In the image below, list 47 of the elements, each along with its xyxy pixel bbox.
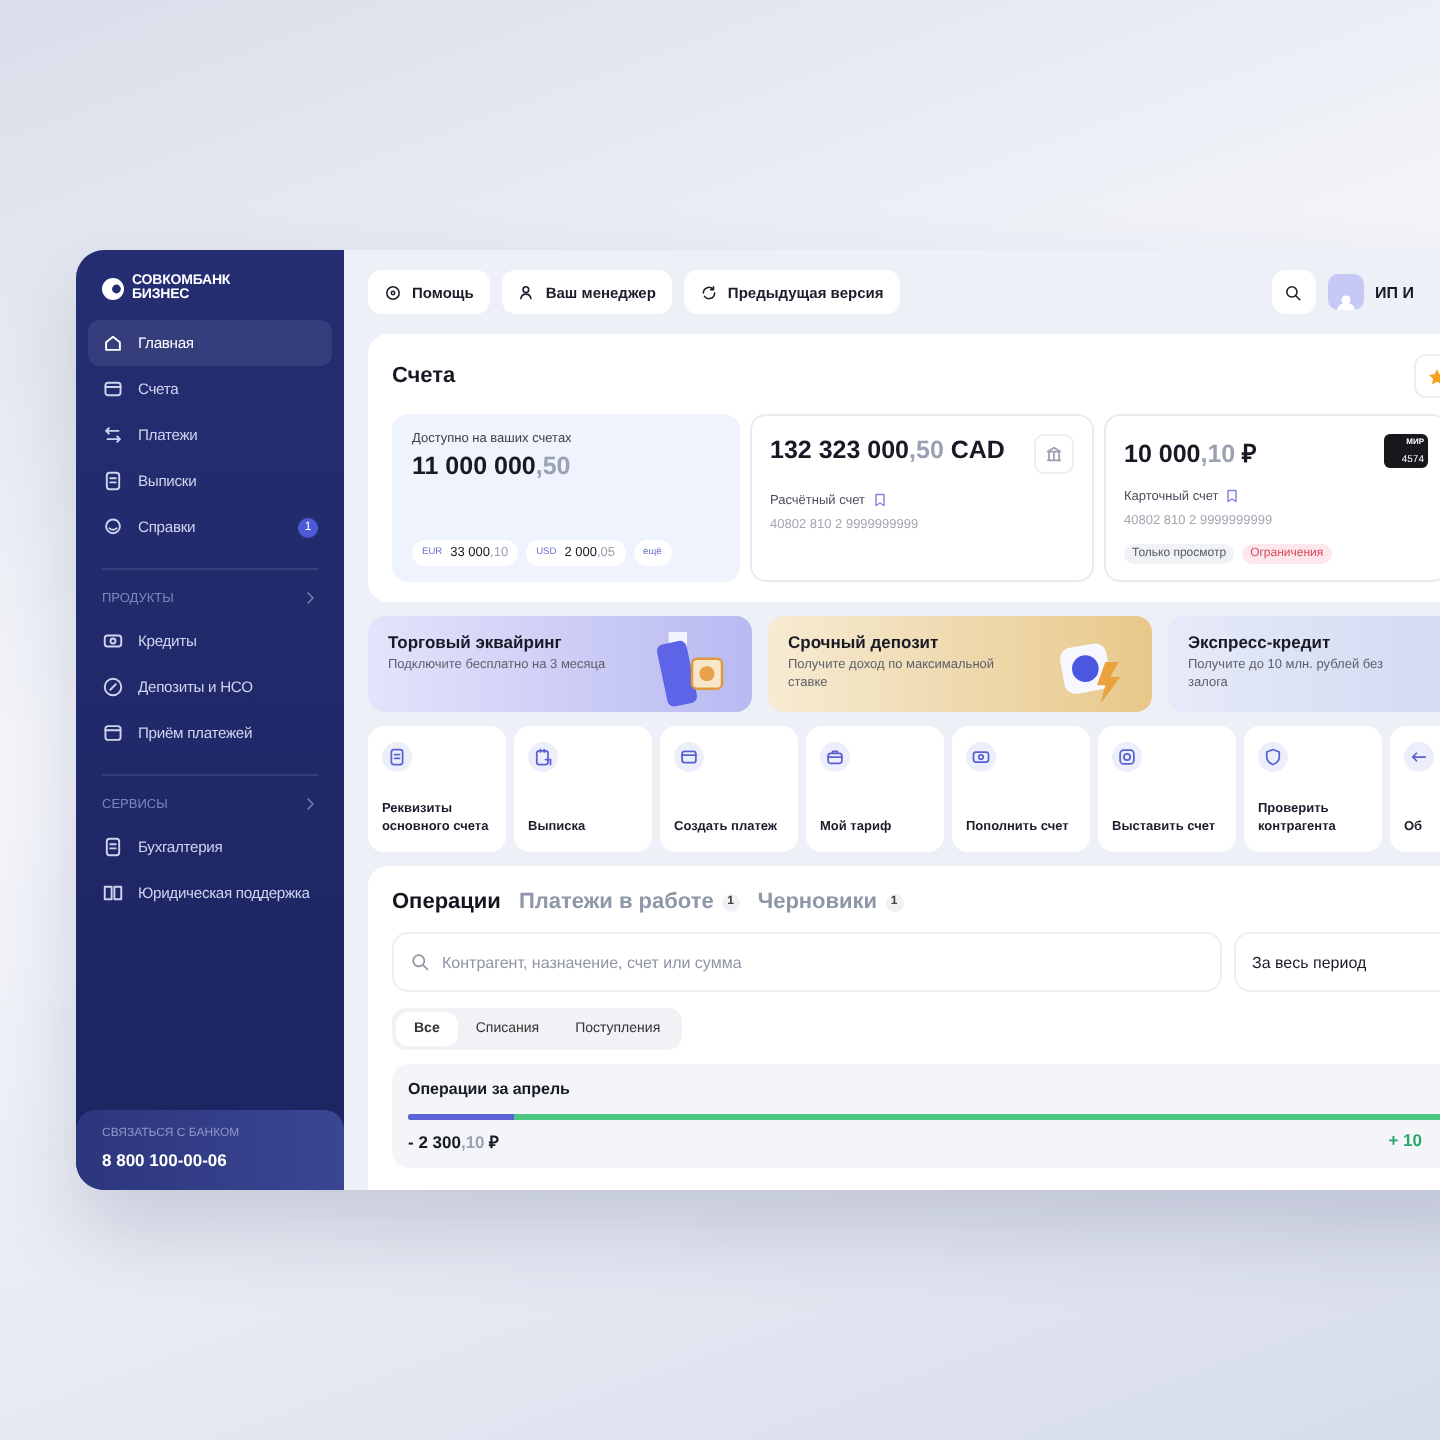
document-icon (102, 470, 124, 492)
search-icon (1284, 283, 1303, 301)
incoming-amount: + 10 (1388, 1130, 1422, 1152)
briefcase-icon (820, 742, 850, 772)
balance-amount: 11 000 000,50 (412, 452, 573, 480)
account-balance: 10 000,10 ₽ (1124, 438, 1257, 470)
copy-icon (871, 492, 888, 508)
card-icon (966, 742, 996, 772)
period-select[interactable]: За весь период (1234, 932, 1440, 992)
tab[interactable]: Операции (392, 890, 501, 914)
help-icon (384, 283, 402, 301)
promo-title: Экспресс-кредит (1188, 632, 1333, 652)
search-icon (410, 952, 430, 972)
chat-icon (102, 516, 124, 538)
star-icon (1427, 367, 1440, 385)
refresh-icon (699, 283, 718, 301)
wallet-icon (102, 378, 124, 400)
promo-title: Торговый эквайринг (388, 632, 564, 652)
document-icon (382, 742, 412, 772)
clipboard-icon (528, 742, 558, 772)
chevron-icon (302, 590, 318, 606)
account-balance: 132 323 000,50 CAD (770, 436, 1005, 464)
chevron-icon (302, 796, 318, 812)
invoice-icon (1112, 742, 1142, 772)
user-name[interactable]: ИП И (1375, 283, 1414, 301)
copy-icon (1224, 488, 1241, 504)
avatar[interactable] (1327, 274, 1364, 310)
arrows-icon (102, 424, 124, 446)
phone-number[interactable]: 8 800 100-00-06 (102, 1150, 227, 1170)
outgoing-amount: - 2 300,10 ₽ (408, 1130, 500, 1152)
bank-icon (1044, 444, 1064, 464)
person-icon (1335, 294, 1356, 310)
terminal-icon (102, 722, 124, 744)
card-icon (102, 630, 124, 652)
shield-icon (1258, 742, 1288, 772)
panel-title: Счета (392, 364, 456, 388)
search-button[interactable] (1271, 270, 1316, 314)
person-icon (517, 283, 536, 301)
logo-icon (102, 277, 124, 299)
book-icon (102, 882, 124, 904)
wallet-icon (674, 742, 704, 772)
home-icon (102, 332, 124, 354)
summary-title: Операции за апрель (408, 1080, 572, 1098)
promo-title: Срочный депозит (788, 632, 941, 652)
search-field[interactable]: Контрагент, назначение, счет или сумма (392, 932, 1222, 992)
document-icon (102, 836, 124, 858)
percent-icon (102, 676, 124, 698)
